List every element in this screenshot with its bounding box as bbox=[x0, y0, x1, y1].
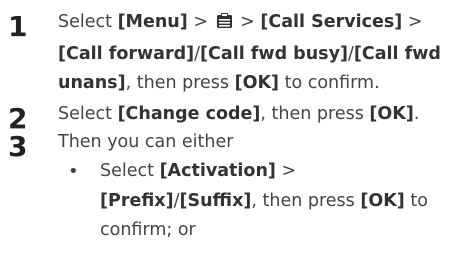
separator: > bbox=[275, 161, 297, 181]
text-then-press: , then press bbox=[125, 73, 235, 93]
text-confirm-or: confirm; or bbox=[100, 220, 196, 240]
step-number: 1 bbox=[8, 10, 28, 43]
separator: > bbox=[402, 12, 423, 32]
prefix-label: [Prefix] bbox=[100, 190, 174, 211]
bullet-text: Select [Activation] > [Prefix]/[Suffix], … bbox=[100, 157, 453, 246]
call-forward-label: [Call forward] bbox=[58, 43, 195, 64]
step-text: Select [Menu] > > [Call Services] > [Call… bbox=[58, 8, 453, 99]
suffix-label: [Suffix] bbox=[179, 190, 252, 211]
text-then-press: , then press bbox=[260, 104, 370, 124]
ok-label: [OK] bbox=[234, 73, 280, 93]
step-number: 3 bbox=[8, 130, 28, 163]
call-services-label: [Call Services] bbox=[260, 12, 403, 32]
step-text: Then you can either bbox=[58, 132, 234, 152]
text-select: Select bbox=[100, 161, 160, 181]
change-code-label: [Change code] bbox=[117, 104, 261, 124]
separator: > bbox=[234, 12, 261, 32]
step-text: Select [Change code], then press [OK]. bbox=[58, 100, 453, 130]
ok-label: [OK] bbox=[360, 190, 405, 211]
text-then-press: , then press bbox=[251, 190, 361, 211]
separator: > bbox=[187, 12, 214, 32]
text-select: Select bbox=[58, 104, 118, 124]
bullet-dot: • bbox=[68, 161, 79, 182]
clipboard-icon bbox=[216, 10, 233, 40]
menu-label: [Menu] bbox=[117, 12, 188, 32]
text-to: to bbox=[404, 190, 428, 211]
ok-label: [OK] bbox=[369, 104, 414, 124]
text-select: Select bbox=[58, 12, 118, 32]
text-period: . bbox=[413, 104, 420, 124]
call-fwd-busy-label: [Call fwd busy] bbox=[200, 43, 348, 64]
activation-label: [Activation] bbox=[159, 161, 276, 181]
text-to-confirm: to confirm. bbox=[279, 73, 380, 93]
